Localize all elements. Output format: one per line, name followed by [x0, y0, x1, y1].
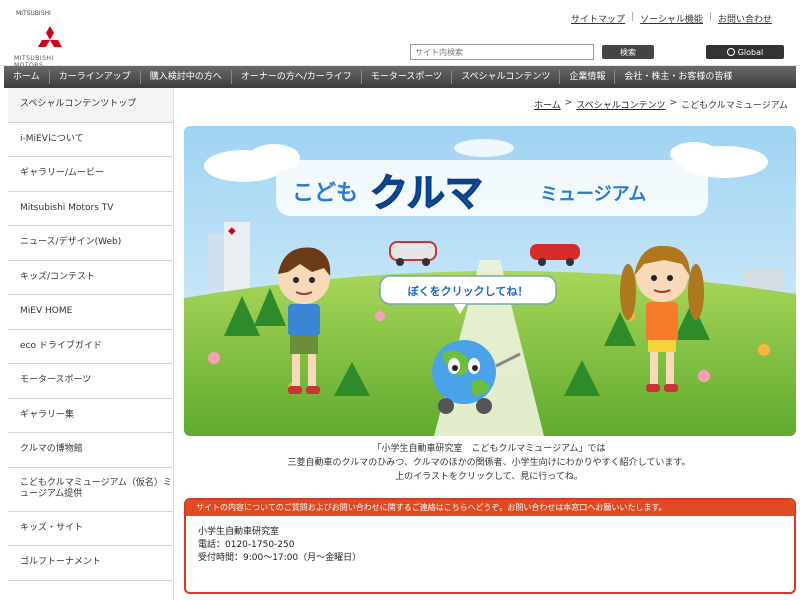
sidebar-item-kids-contest[interactable]: キッズ/コンテスト [8, 261, 173, 295]
sidebar-item-golf[interactable]: ゴルフトーナメント [8, 546, 173, 581]
globe-icon [726, 48, 735, 56]
svg-text:⬥: ⬥ [228, 224, 236, 237]
utility-links: サイトマップ | ソーシャル機能 | お問い合わせ [571, 12, 772, 25]
speech-text: ぼくをクリックしてね！ [408, 285, 529, 298]
sidebar-item-eco-drive[interactable]: eco ドライブガイド [8, 330, 173, 364]
sidebar-item-imiev[interactable]: i-MiEVについて [8, 123, 173, 157]
sidebar-item-special-top[interactable]: スペシャルコンテンツトップ [8, 88, 173, 123]
banner-title: こども クルマ ミュージアム [276, 160, 708, 216]
search-input[interactable] [410, 44, 594, 60]
mitsubishi-logo[interactable]: MITSUBISHI MITSUBISHI MOTORS [14, 10, 84, 69]
sidebar-item-news-design[interactable]: ニュース/デザイン(Web) [8, 226, 173, 261]
link-separator: | [631, 12, 635, 22]
breadcrumb-section[interactable]: スペシャルコンテンツ [576, 98, 665, 111]
sidebar-item-kids-museum[interactable]: こどもクルマミュージアム（仮名）ミュージアム提供 [8, 468, 173, 512]
main-content: ホーム > スペシャルコンテンツ > こどもクルマミュージアム ⬥ こども クル… [178, 88, 800, 600]
kids-museum-banner[interactable]: ⬥ こども クルマ ミュージアム ぼくをクリックしてね！ [184, 126, 796, 436]
search-button[interactable]: 検索 [602, 45, 654, 59]
title-right: ミュージアム [540, 184, 646, 205]
nav-item-special[interactable]: スペシャルコンテンツ [452, 70, 561, 84]
breadcrumb-separator: > [564, 98, 573, 108]
contact-name: 小学生自動車研究室 [198, 527, 280, 537]
contact-phone: 電話：0120-1750-250 [198, 540, 295, 550]
title-left: こども [292, 181, 358, 206]
description-line-3: 上のイラストをクリックして、見に行ってね。 [395, 472, 583, 482]
sidebar-item-mmtv[interactable]: Mitsubishi Motors TV [8, 192, 173, 226]
breadcrumb-home[interactable]: ホーム [534, 98, 561, 111]
global-button[interactable]: Global [706, 45, 784, 59]
nav-item-purchase[interactable]: 購入検討中の方へ [141, 70, 232, 84]
sidebar-item-car-museum[interactable]: クルマの博物館 [8, 433, 173, 468]
sidebar-item-kids-site[interactable]: キッズ・サイト [8, 512, 173, 546]
search-bar: 検索 Global [410, 44, 784, 60]
sidebar-item-miev-home[interactable]: MiEV HOME [8, 295, 173, 330]
nav-item-stakeholders[interactable]: 会社・株主・お客様の皆様 [615, 70, 741, 84]
title-main: クルマ [370, 171, 483, 215]
banner-illustration: ⬥ こども クルマ ミュージアム ぼくをクリックしてね！ [184, 126, 796, 436]
global-button-label: Global [737, 47, 764, 57]
contact-hours: 受付時間：9:00〜17:00（月〜金曜日） [198, 553, 362, 563]
global-nav: ホーム カーラインアップ 購入検討中の方へ オーナーの方へ/カーライフ モーター… [4, 66, 796, 88]
contact-link[interactable]: お問い合わせ [718, 12, 772, 25]
site-header: MITSUBISHI MITSUBISHI MOTORS サイトマップ | ソー… [0, 0, 800, 69]
description-line-1: 「小学生自動車研究室 こどもクルマミュージアム」では [372, 444, 606, 454]
link-separator: | [708, 12, 712, 22]
contact-info-body: 小学生自動車研究室 電話：0120-1750-250 受付時間：9:00〜17:… [186, 516, 794, 575]
nav-item-motorsports[interactable]: モータースポーツ [362, 70, 453, 84]
description-line-2: 三菱自動車のクルマのひみつ、クルマのほかの関係者、小学生向けにわかりやすく紹介し… [287, 458, 691, 468]
social-link[interactable]: ソーシャル機能 [640, 12, 703, 25]
contact-info-header: サイトの内容についてのご質問およびお問い合わせに関するご連絡はこちらへどうぞ。お… [186, 500, 794, 516]
description: 「小学生自動車研究室 こどもクルマミュージアム」では 三菱自動車のクルマのひみつ… [178, 442, 800, 484]
three-diamonds-icon [38, 26, 62, 47]
sidebar: スペシャルコンテンツトップ i-MiEVについて ギャラリー/ムービー Mits… [8, 88, 174, 600]
breadcrumb-current: こどもクルマミュージアム [681, 101, 788, 111]
sidebar-item-motorsports[interactable]: モータースポーツ [8, 364, 173, 399]
contact-info-box: サイトの内容についてのご質問およびお問い合わせに関するご連絡はこちらへどうぞ。お… [184, 498, 796, 594]
logo-caption: MITSUBISHI [16, 10, 51, 17]
nav-item-home[interactable]: ホーム [4, 70, 50, 84]
nav-item-lineup[interactable]: カーラインアップ [50, 70, 141, 84]
sidebar-item-gallery[interactable]: ギャラリー集 [8, 399, 173, 433]
sitemap-link[interactable]: サイトマップ [571, 12, 625, 25]
nav-item-corporate[interactable]: 企業情報 [560, 70, 616, 84]
breadcrumb-separator: > [669, 98, 678, 108]
nav-item-owners[interactable]: オーナーの方へ/カーライフ [232, 70, 362, 84]
sidebar-item-gallery-movie[interactable]: ギャラリー/ムービー [8, 157, 173, 192]
breadcrumb: ホーム > スペシャルコンテンツ > こどもクルマミュージアム [534, 98, 788, 111]
